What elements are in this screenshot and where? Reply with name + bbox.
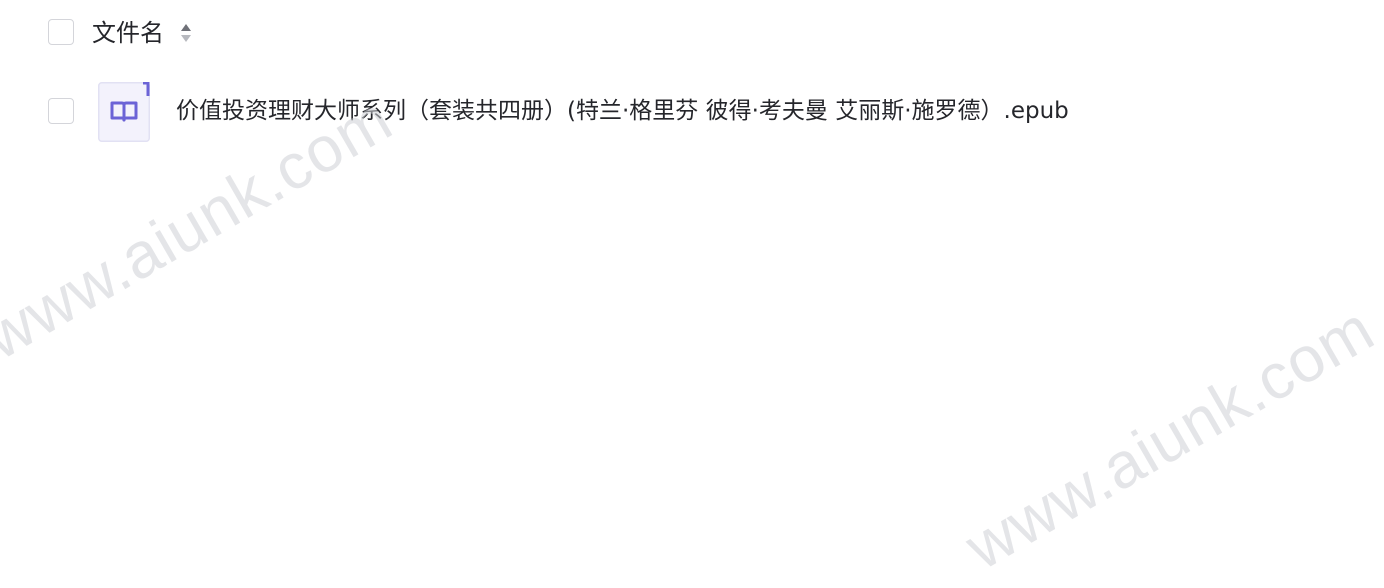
- column-title-filename: 文件名: [92, 19, 164, 47]
- file-name[interactable]: 价值投资理财大师系列（套装共四册）(特兰·格里芬 彼得·考夫曼 艾丽斯·施罗德）…: [176, 92, 1069, 130]
- file-row-checkbox[interactable]: [48, 98, 74, 124]
- select-all-checkbox[interactable]: [48, 19, 74, 45]
- watermark-text: www.aiunk.com: [953, 291, 1384, 584]
- sort-updown-icon[interactable]: [179, 21, 193, 45]
- epub-book-icon: [98, 82, 150, 142]
- file-row[interactable]: 价值投资理财大师系列（套装共四册）(特兰·格里芬 彼得·考夫曼 艾丽斯·施罗德）…: [0, 78, 1384, 146]
- file-list-header: 文件名: [0, 0, 1384, 66]
